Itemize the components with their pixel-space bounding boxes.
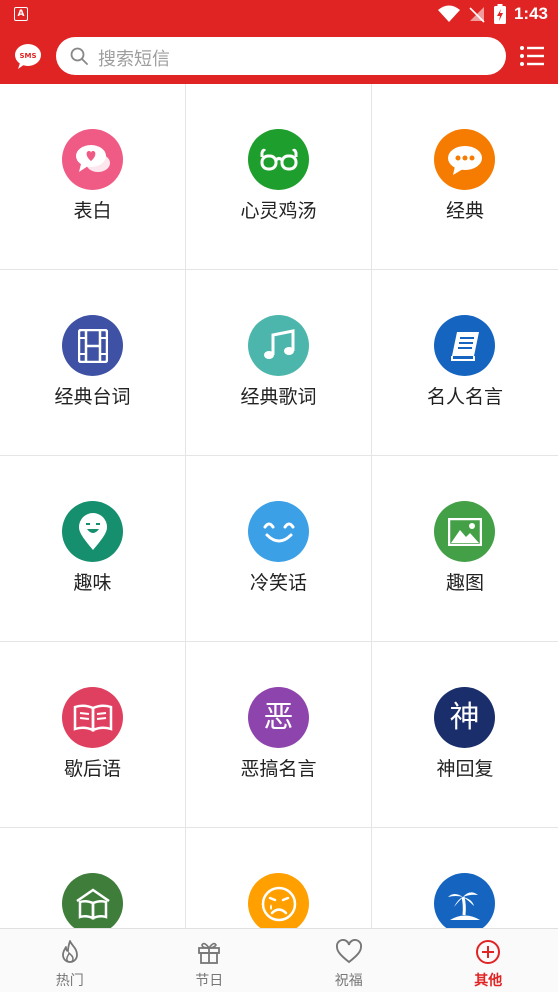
- category-grid: 表白 心灵鸡汤 经典 经典台词 经典歌词 名人名言 趣味 冷笑话 趣图 歇后语 …: [0, 84, 558, 928]
- category-tile-biaobai[interactable]: 表白: [0, 84, 186, 270]
- list-menu-icon[interactable]: [518, 42, 546, 70]
- category-tile-jingdian-geci[interactable]: 经典歌词: [186, 270, 372, 456]
- category-label: 表白: [73, 200, 112, 222]
- tab-zhufu[interactable]: 祝福: [279, 929, 419, 992]
- wifi-icon: [437, 5, 460, 22]
- category-tile-xiehouyu[interactable]: 歇后语: [0, 642, 186, 828]
- category-tile-row5-3[interactable]: [372, 828, 558, 928]
- category-tile-lengxiaohua[interactable]: 冷笑话: [186, 456, 372, 642]
- battery-icon: [493, 4, 506, 24]
- category-tile-shen-huifu[interactable]: 神 神回复: [372, 642, 558, 828]
- music-note-icon: [248, 315, 309, 376]
- status-bar: A 1:43: [0, 0, 558, 28]
- love-chat-icon: [62, 129, 123, 190]
- category-label: 趣味: [73, 572, 112, 594]
- tab-label: 节日: [195, 973, 224, 989]
- tab-label: 热门: [55, 973, 84, 989]
- icon-glyph: 神: [449, 699, 480, 735]
- category-label: 心灵鸡汤: [240, 200, 317, 222]
- category-tile-mingren-mingyan[interactable]: 名人名言: [372, 270, 558, 456]
- svg-text:SMS: SMS: [19, 52, 36, 60]
- category-tile-jingdian[interactable]: 经典: [372, 84, 558, 270]
- clock: 1:43: [513, 4, 548, 23]
- category-label: 经典: [445, 200, 484, 222]
- category-label: 歇后语: [63, 758, 121, 780]
- category-tile-quwei[interactable]: 趣味: [0, 456, 186, 642]
- search-placeholder: 搜索短信: [98, 49, 170, 70]
- glasses-icon: [248, 129, 309, 190]
- category-tile-egao-mingyan[interactable]: 恶 恶搞名言: [186, 642, 372, 828]
- funny-face-pin-icon: [62, 501, 123, 562]
- tab-label: 祝福: [334, 973, 363, 989]
- island-palm-icon: [434, 873, 495, 928]
- sad-face-icon: [248, 873, 309, 928]
- icon-glyph: 恶: [263, 699, 294, 735]
- bottom-nav: 热门 节日 祝福 其他: [0, 928, 558, 992]
- shen-char-icon: 神: [434, 687, 495, 748]
- search-bar[interactable]: 搜索短信: [56, 37, 506, 75]
- category-label: 经典台词: [54, 386, 131, 408]
- category-label: 经典歌词: [240, 386, 317, 408]
- film-icon: [62, 315, 123, 376]
- e-char-icon: 恶: [248, 687, 309, 748]
- search-icon: [70, 47, 88, 65]
- category-tile-jingdian-taici[interactable]: 经典台词: [0, 270, 186, 456]
- smile-icon: [248, 501, 309, 562]
- tab-label: 其他: [474, 973, 503, 989]
- no-signal-icon: [469, 7, 485, 23]
- heart-icon: [335, 939, 362, 964]
- app-bar: SMS 搜索短信: [0, 28, 558, 84]
- category-label: 神回复: [436, 758, 494, 780]
- category-label: 恶搞名言: [240, 758, 317, 780]
- book-icon: [434, 315, 495, 376]
- plus-circle-icon: [476, 940, 501, 964]
- tab-jieri[interactable]: 节日: [140, 929, 280, 992]
- category-label: 冷笑话: [249, 572, 307, 594]
- tab-remen[interactable]: 热门: [0, 929, 140, 992]
- fire-icon: [61, 940, 78, 963]
- sms-logo-icon[interactable]: SMS: [14, 43, 42, 69]
- house-book-icon: [62, 873, 123, 928]
- chat-dots-icon: [434, 129, 495, 190]
- category-tile-row5-1[interactable]: [0, 828, 186, 928]
- tab-qita[interactable]: 其他: [419, 929, 558, 992]
- category-label: 趣图: [445, 572, 484, 594]
- category-tile-xinling-jitang[interactable]: 心灵鸡汤: [186, 84, 372, 270]
- app-notification-icon: A: [14, 7, 28, 21]
- image-icon: [434, 501, 495, 562]
- category-tile-qutu[interactable]: 趣图: [372, 456, 558, 642]
- category-label: 名人名言: [426, 386, 503, 408]
- gift-icon: [198, 942, 221, 964]
- open-book-icon: [62, 687, 123, 748]
- category-tile-row5-2[interactable]: [186, 828, 372, 928]
